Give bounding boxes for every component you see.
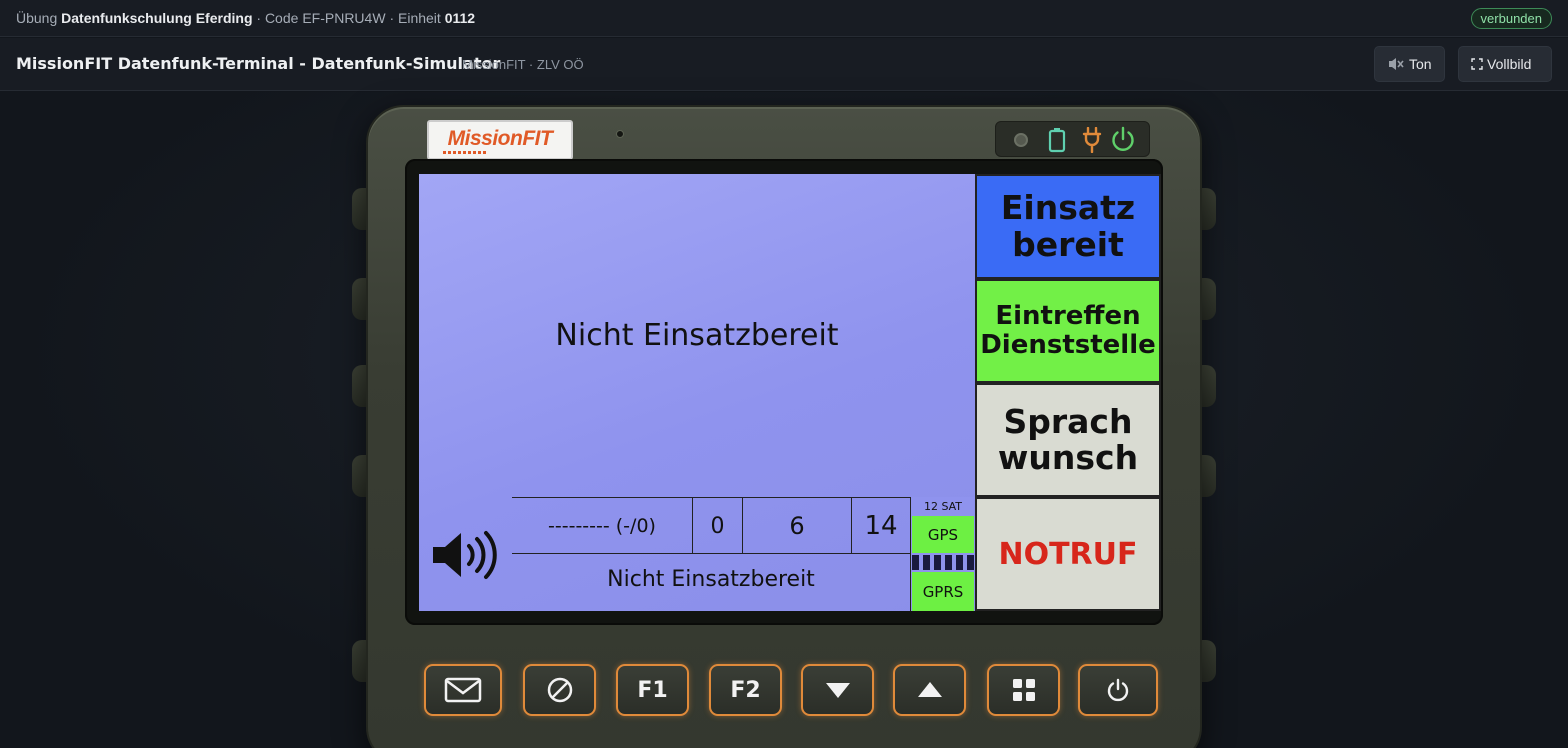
speaker-muted-icon: [1389, 58, 1404, 70]
arrow-up-key[interactable]: [893, 664, 966, 716]
mail-icon: [444, 677, 482, 703]
messages-key[interactable]: [424, 664, 502, 716]
menu-key[interactable]: [987, 664, 1060, 716]
power-icon: [1112, 126, 1134, 151]
logo-stripe: [443, 151, 487, 154]
message-counter: --------- (-/0): [512, 498, 693, 554]
logo-text: MissionFIT: [447, 127, 553, 150]
fullscreen-button-label: Vollbild: [1487, 56, 1532, 72]
battery-icon: [1048, 128, 1066, 153]
led-indicator-panel: [995, 121, 1150, 157]
status-button-line2: wunsch: [997, 438, 1139, 477]
gprs-indicator: GPRS: [912, 572, 974, 611]
title-bar: MissionFIT Datenfunk-Terminal - Datenfun…: [0, 38, 1568, 91]
exercise-info: Übung Datenfunkschulung Eferding · Code …: [16, 10, 475, 26]
arrow-down-icon: [825, 683, 850, 698]
info-field-3: 6: [743, 498, 852, 554]
status-button-line2: bereit: [1012, 224, 1124, 264]
power-icon: [1107, 678, 1129, 702]
arrow-up-icon: [917, 682, 942, 697]
page-title: MissionFIT Datenfunk-Terminal - Datenfun…: [16, 54, 501, 73]
connection-status-badge: verbunden: [1470, 8, 1552, 29]
current-status-display: Nicht Einsatzbereit: [555, 318, 839, 353]
cancel-icon: [547, 677, 572, 703]
exercise-code: EF-PNRU4W: [302, 10, 386, 26]
plug-icon: [1082, 127, 1102, 153]
emergency-notruf-button[interactable]: NOTRUF: [975, 497, 1161, 611]
missionfit-logo: MissionFIT: [427, 120, 573, 160]
f1-key[interactable]: F1: [616, 664, 689, 716]
connectivity-indicators: 12 SAT GPS GPRS: [910, 497, 974, 611]
f2-key[interactable]: F2: [709, 664, 782, 716]
signal-strength-bars: [912, 555, 974, 570]
f1-key-label: F1: [637, 677, 668, 703]
arrow-down-key[interactable]: [801, 664, 874, 716]
satellite-count: 12 SAT: [923, 500, 963, 513]
power-key[interactable]: [1078, 664, 1158, 716]
exercise-prefix: Übung: [16, 10, 58, 26]
info-field-2: 0: [693, 498, 743, 554]
status-button-line1: Eintreffen: [995, 301, 1141, 332]
fullscreen-icon: [1471, 58, 1483, 70]
camera-dot-icon: [1014, 133, 1028, 147]
unit-prefix: · Einheit: [389, 10, 441, 26]
gps-indicator: GPS: [912, 516, 974, 553]
code-prefix: · Code: [256, 10, 299, 26]
status-eintreffen-dienststelle-button[interactable]: Eintreffen Dienststelle: [975, 279, 1161, 383]
cancel-key[interactable]: [523, 664, 596, 716]
status-button-line2: Dienststelle: [980, 330, 1156, 360]
status-sprachwunsch-button[interactable]: Sprach wunsch: [975, 383, 1161, 497]
secondary-status-display: Nicht Einsatzbereit: [607, 567, 815, 592]
f2-key-label: F2: [730, 677, 761, 703]
unit-number: 0112: [444, 10, 476, 26]
info-field-4: 14: [864, 511, 898, 541]
status-einsatzbereit-button[interactable]: Einsatz bereit: [975, 174, 1161, 279]
terminal-screen: Nicht Einsatzbereit --------- (-/0) 0 6 …: [419, 174, 975, 611]
info-row: --------- (-/0) 0 6 14: [512, 497, 910, 554]
page-subtitle: MissionFIT · ZLV OÖ: [462, 57, 584, 72]
status-button-line1: Sprach: [1003, 401, 1133, 441]
grid-menu-icon: [1012, 679, 1035, 701]
speaker-loud-icon[interactable]: [431, 529, 503, 581]
sound-toggle-button[interactable]: Ton: [1374, 46, 1445, 82]
fullscreen-button[interactable]: Vollbild: [1458, 46, 1552, 82]
exercise-name: Datenfunkschulung Eferding: [61, 10, 253, 26]
status-button-line1: NOTRUF: [998, 536, 1138, 572]
status-button-line1: Einsatz: [1000, 188, 1136, 228]
exercise-info-bar: Übung Datenfunkschulung Eferding · Code …: [0, 0, 1568, 37]
sound-button-label: Ton: [1409, 56, 1432, 72]
light-sensor: [616, 130, 624, 138]
